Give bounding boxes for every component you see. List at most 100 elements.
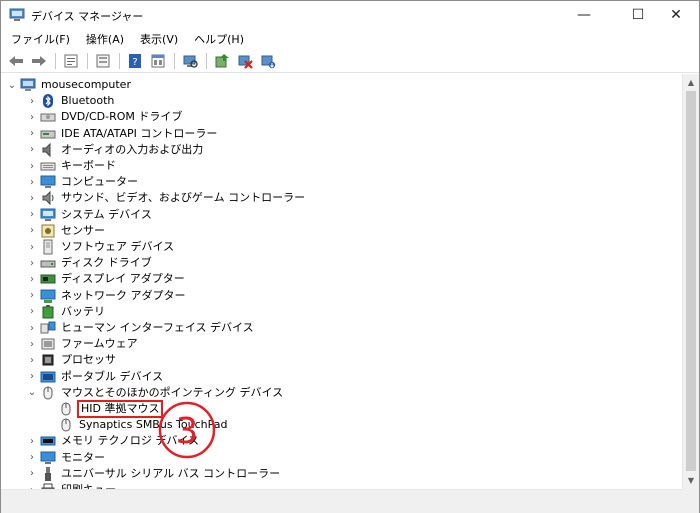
chevron-right-icon[interactable]: ›: [27, 336, 37, 352]
chevron-right-icon[interactable]: ›: [27, 174, 37, 190]
chevron-right-icon[interactable]: ›: [27, 288, 37, 304]
tree-node-label: mousecomputer: [41, 78, 131, 91]
update-driver-icon[interactable]: [211, 51, 233, 71]
tree-category-node[interactable]: › ファームウェア: [27, 336, 140, 352]
chevron-right-icon[interactable]: ›: [27, 320, 37, 336]
mouse-icon: [58, 401, 74, 417]
processor-icon: [40, 352, 56, 368]
toolbar-separator: [174, 52, 175, 69]
help-icon[interactable]: ?: [124, 51, 146, 71]
device-tree[interactable]: ⌄ mousecomputer › Bluetooth › DVD/CD-ROM ドライブ…: [1, 74, 682, 489]
chevron-right-icon[interactable]: ›: [27, 352, 37, 368]
tree-category-node[interactable]: › ヒューマン インターフェイス デバイス: [27, 320, 256, 336]
sensor-icon: [40, 223, 56, 239]
tree-category-node[interactable]: › IDE ATA/ATAPI コントローラー: [27, 126, 219, 142]
tree-node-label: DVD/CD-ROM ドライブ: [61, 110, 183, 124]
download-icon[interactable]: [257, 51, 279, 71]
hid-icon: [40, 320, 56, 336]
chevron-right-icon[interactable]: ›: [27, 126, 37, 142]
tree-node-label: HID 準拠マウス: [77, 400, 164, 418]
tree-category-node[interactable]: › ディスプレイ アダプター: [27, 271, 187, 287]
chevron-right-icon[interactable]: ›: [27, 466, 37, 482]
chevron-right-icon[interactable]: ›: [27, 369, 37, 385]
tree-node-label: コンピューター: [61, 175, 138, 189]
menu-view[interactable]: 表示(V): [134, 31, 184, 47]
device-manager-app-icon: [9, 8, 25, 22]
close-button[interactable]: ✕: [653, 1, 699, 29]
chevron-right-icon[interactable]: ›: [27, 109, 37, 125]
chevron-right-icon[interactable]: ›: [27, 142, 37, 158]
tree-category-node[interactable]: › ソフトウェア デバイス: [27, 239, 176, 255]
tree-category-node[interactable]: › ディスク ドライブ: [27, 255, 154, 271]
tree-device-node-highlighted[interactable]: HID 準拠マウス: [45, 400, 164, 418]
chevron-right-icon[interactable]: ›: [27, 482, 37, 490]
monitor-icon: [40, 450, 56, 466]
svg-text:?: ?: [132, 57, 137, 68]
disk-drive-icon: [40, 255, 56, 271]
tree-category-node[interactable]: › コンピューター: [27, 174, 140, 190]
firmware-icon: [40, 336, 56, 352]
chevron-down-icon[interactable]: ⌄: [27, 385, 37, 401]
chevron-right-icon[interactable]: ›: [27, 190, 37, 206]
usb-icon: [40, 466, 56, 482]
tree-category-node[interactable]: › オーディオの入力および出力: [27, 142, 205, 158]
chevron-right-icon[interactable]: ›: [27, 93, 37, 109]
tree-node-label: システム デバイス: [61, 207, 152, 221]
chevron-right-icon[interactable]: ›: [27, 223, 37, 239]
tree-category-node[interactable]: › プロセッサ: [27, 352, 118, 368]
title-bar: デバイス マネージャー — ☐ ✕: [1, 1, 699, 29]
chevron-right-icon[interactable]: ›: [27, 304, 37, 320]
tree-category-node[interactable]: ›印刷キュー: [27, 482, 118, 489]
menu-help[interactable]: ヘルプ(H): [188, 31, 250, 47]
maximize-icon: ☐: [631, 7, 645, 23]
tree-category-node[interactable]: › バッテリ: [27, 304, 107, 320]
chevron-right-icon[interactable]: ›: [27, 255, 37, 271]
scroll-corner: [682, 489, 699, 506]
back-icon[interactable]: [5, 51, 27, 71]
uninstall-device-icon[interactable]: [234, 51, 256, 71]
tree-category-node[interactable]: › ポータブル デバイス: [27, 369, 165, 385]
tree-node-label: センサー: [61, 223, 105, 237]
chevron-right-icon[interactable]: ›: [27, 207, 37, 223]
chevron-right-icon[interactable]: ›: [27, 450, 37, 466]
software-device-icon: [40, 239, 56, 255]
tree-category-node[interactable]: › サウンド、ビデオ、およびゲーム コントローラー: [27, 190, 307, 206]
view-icon[interactable]: [92, 51, 114, 71]
tree-node-label: サウンド、ビデオ、およびゲーム コントローラー: [61, 191, 306, 205]
scroll-up-icon[interactable]: ▲: [683, 74, 699, 90]
chevron-right-icon[interactable]: ›: [27, 271, 37, 287]
scroll-thumb[interactable]: [686, 91, 696, 471]
tree-category-node[interactable]: › ユニバーサル シリアル バス コントローラー: [27, 466, 282, 482]
tree-category-node[interactable]: › キーボード: [27, 158, 118, 174]
mouse-icon: [58, 417, 74, 433]
tree-node-label: キーボード: [61, 159, 116, 172]
tree-category-node[interactable]: › Bluetooth: [27, 93, 116, 109]
vertical-scrollbar[interactable]: ▲ ▼: [682, 74, 699, 489]
tree-node-label: ユニバーサル シリアル バス コントローラー: [61, 466, 281, 480]
status-bar: [1, 506, 699, 513]
horizontal-scrollbar[interactable]: [1, 489, 682, 506]
minimize-button[interactable]: —: [561, 1, 607, 29]
chevron-right-icon[interactable]: ›: [27, 433, 37, 449]
update-view-icon[interactable]: [147, 51, 169, 71]
forward-icon[interactable]: [28, 51, 50, 71]
chevron-right-icon[interactable]: ›: [27, 158, 37, 174]
tree-category-node[interactable]: › センサー: [27, 223, 107, 239]
menu-action[interactable]: 操作(A): [80, 31, 130, 47]
tree-root-node[interactable]: ⌄ mousecomputer: [7, 77, 133, 93]
tree-category-node[interactable]: › DVD/CD-ROM ドライブ: [27, 109, 184, 125]
properties-icon[interactable]: [60, 51, 82, 71]
keyboard-icon: [40, 158, 56, 174]
tree-category-node[interactable]: › モニター: [27, 450, 107, 466]
chevron-right-icon[interactable]: ›: [27, 239, 37, 255]
scroll-down-icon[interactable]: ▼: [683, 472, 699, 488]
chevron-down-icon[interactable]: ⌄: [7, 77, 17, 93]
menu-file[interactable]: ファイル(F): [5, 31, 76, 47]
step-annotation-number: 3: [176, 411, 199, 452]
tree-category-node[interactable]: › システム デバイス: [27, 207, 154, 223]
tree-category-node[interactable]: › ネットワーク アダプター: [27, 288, 188, 304]
tree-node-label: ディスク ドライブ: [61, 256, 152, 270]
scan-hardware-icon[interactable]: [179, 51, 201, 71]
